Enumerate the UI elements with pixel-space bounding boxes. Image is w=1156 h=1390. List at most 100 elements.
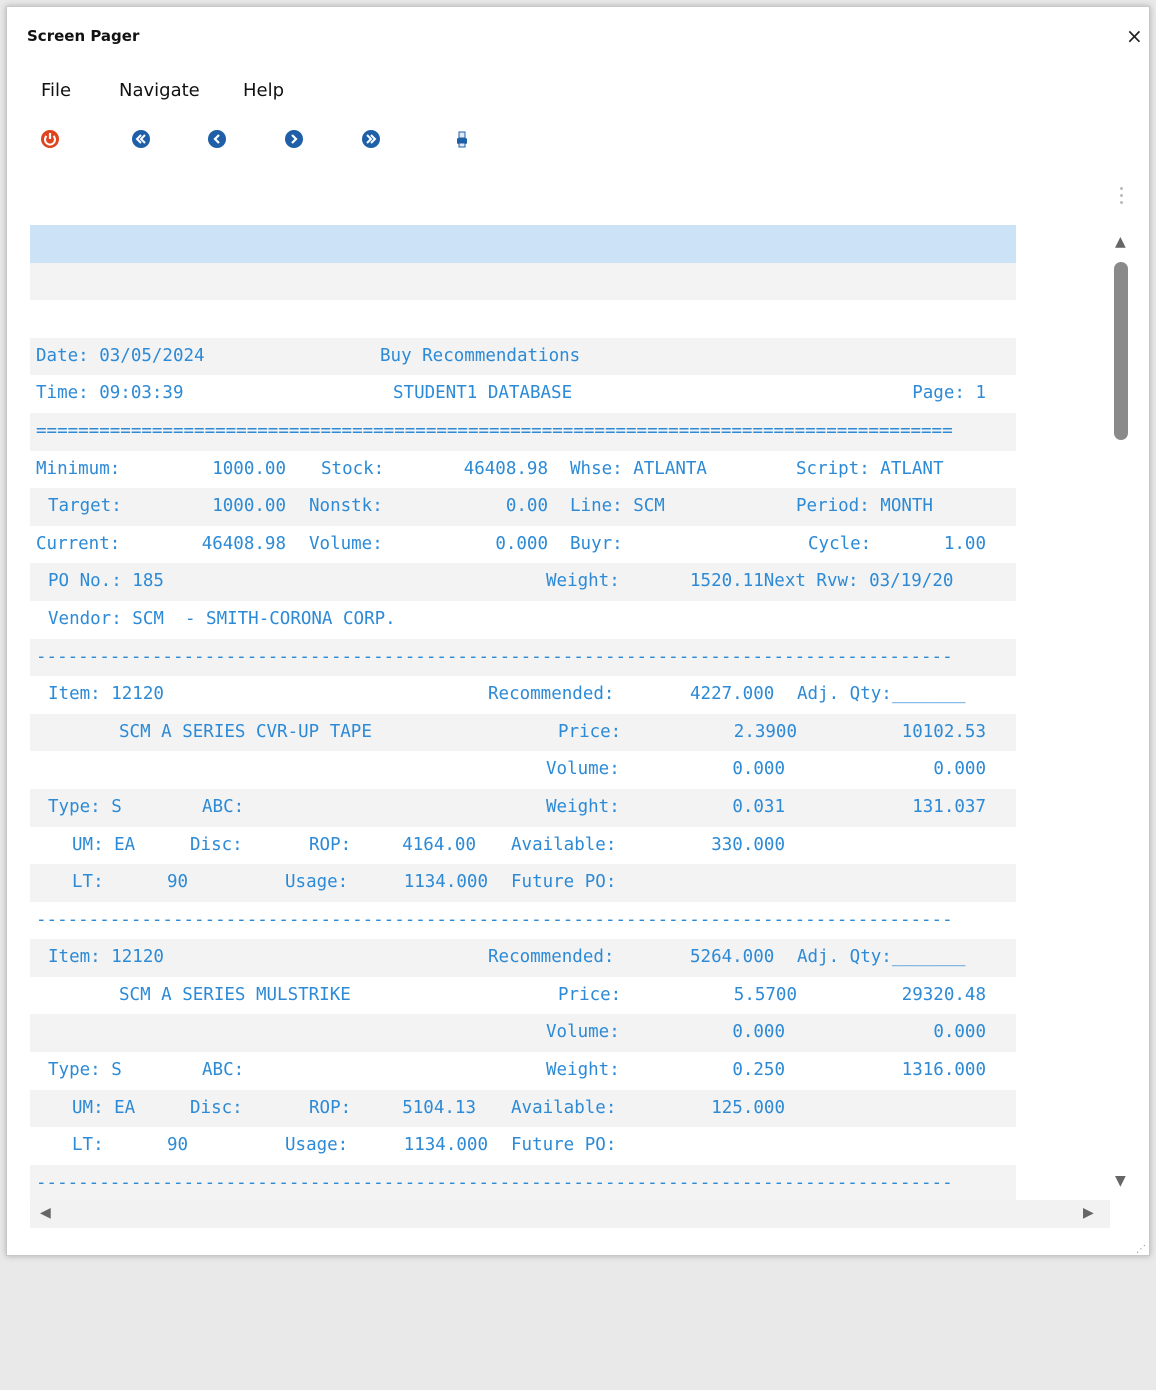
available-value: 125.000 (711, 1097, 785, 1118)
scroll-up-arrow-icon[interactable]: ▲ (1115, 234, 1126, 250)
first-page-icon[interactable] (131, 129, 151, 149)
report-row: ----------------------------------------… (30, 1164, 1016, 1203)
weight-value: 0.250 (732, 1060, 785, 1081)
target-label: Target: (48, 496, 122, 517)
available-value: 330.000 (711, 834, 785, 855)
weight-label: Weight: (546, 1060, 620, 1081)
menu-navigate[interactable]: Navigate (119, 80, 200, 101)
weight-label: Weight: (546, 571, 620, 592)
close-button[interactable]: × (1126, 26, 1143, 46)
rule: ----------------------------------------… (36, 909, 953, 930)
report-row: Time: 09:03:39 STUDENT1 DATABASE Page: 1 (30, 375, 1016, 413)
report-row (30, 300, 1016, 338)
recommended-value: 4227.000 (690, 684, 775, 705)
report-row: Type: S ABC: Weight: 0.031 131.037 (30, 788, 1016, 827)
report-row: Item: 12120 Recommended: 5264.000 Adj. Q… (30, 939, 1016, 977)
report-row: Target: 1000.00 Nonstk: 0.00 Line: SCM P… (30, 488, 1016, 526)
report-row: Date: 03/05/2024 Buy Recommendations (30, 337, 1016, 376)
volume-value: 0.000 (732, 1022, 785, 1043)
weight-ext: 131.037 (912, 796, 986, 817)
item-number: Item: 12120 (48, 684, 164, 705)
rop-label: ROP: (309, 1097, 352, 1118)
menu-help[interactable]: Help (243, 80, 284, 101)
lt-value: 90 (167, 872, 189, 893)
report-row: Minimum: 1000.00 Stock: 46408.98 Whse: A… (30, 450, 1016, 489)
recommended-value: 5264.000 (690, 947, 775, 968)
usage-label: Usage: (285, 1135, 349, 1156)
adj-qty-field[interactable]: Adj. Qty:_______ (797, 939, 966, 977)
report-database: STUDENT1 DATABASE (393, 383, 573, 404)
report-time: Time: 09:03:39 (36, 383, 184, 404)
volume-ext: 0.000 (933, 1022, 986, 1043)
print-icon[interactable] (452, 129, 472, 149)
vertical-scrollbar-thumb[interactable] (1114, 262, 1128, 440)
um: UM: EA (72, 1097, 136, 1118)
available-label: Available: (511, 1097, 617, 1118)
nonstk-value: 0.00 (505, 496, 548, 517)
future-po-label: Future PO: (511, 872, 617, 893)
scroll-right-arrow-icon[interactable]: ▶ (1083, 1205, 1094, 1221)
po-number: PO No.: 185 (48, 571, 164, 592)
resize-grip-icon[interactable]: ⋰ (1136, 1244, 1146, 1255)
scroll-down-arrow-icon[interactable]: ▼ (1115, 1173, 1126, 1189)
current-value: 46408.98 (201, 533, 286, 554)
volume-value: 0.000 (495, 533, 548, 554)
abc-label: ABC: (202, 1060, 245, 1081)
horizontal-scrollbar[interactable] (30, 1200, 1110, 1228)
available-label: Available: (511, 834, 617, 855)
cycle-value: 1.00 (943, 533, 986, 554)
current-label: Current: (36, 533, 121, 554)
volume-label: Volume: (546, 759, 620, 780)
report-row: LT: 90 Usage: 1134.000 Future PO: (30, 1127, 1016, 1165)
menu-file[interactable]: File (41, 80, 71, 101)
item-type: Type: S (48, 796, 122, 817)
volume-ext: 0.000 (933, 759, 986, 780)
target-value: 1000.00 (212, 496, 286, 517)
minimum-value: 1000.00 (212, 458, 286, 479)
volume-label: Volume: (546, 1022, 620, 1043)
item-type: Type: S (48, 1060, 122, 1081)
report-row: Current: 46408.98 Volume: 0.000 Buyr: Cy… (30, 525, 1016, 564)
rop-value: 5104.13 (402, 1097, 476, 1118)
report-title: Buy Recommendations (380, 345, 581, 366)
report-row: PO No.: 185 Weight: 1520.11Next Rvw: 03/… (30, 563, 1016, 601)
abc-label: ABC: (202, 796, 245, 817)
nonstk-label: Nonstk: (309, 496, 383, 517)
price-ext: 29320.48 (901, 984, 986, 1005)
line: Line: SCM (570, 496, 665, 517)
price-label: Price: (558, 721, 622, 742)
cycle-label: Cycle: (808, 533, 872, 554)
weight-label: Weight: (546, 796, 620, 817)
usage-value: 1134.000 (403, 872, 488, 893)
item-description: SCM A SERIES MULSTRIKE (119, 984, 351, 1005)
vendor: Vendor: SCM - SMITH-CORONA CORP. (48, 608, 396, 629)
price-ext: 10102.53 (901, 721, 986, 742)
next-page-icon[interactable] (284, 129, 304, 149)
previous-page-icon[interactable] (207, 129, 227, 149)
report-row: UM: EA Disc: ROP: 5104.13 Available: 125… (30, 1089, 1016, 1128)
report-row: Type: S ABC: Weight: 0.250 1316.000 (30, 1052, 1016, 1090)
selected-row[interactable] (30, 225, 1016, 263)
recommended-label: Recommended: (488, 684, 615, 705)
report-date: Date: 03/05/2024 (36, 345, 205, 366)
rop-label: ROP: (309, 834, 352, 855)
scroll-left-arrow-icon[interactable]: ◀ (40, 1205, 51, 1221)
period: Period: MONTH (796, 496, 933, 517)
report-row: ----------------------------------------… (30, 901, 1016, 940)
whse: Whse: ATLANTA (570, 458, 707, 479)
report-row: UM: EA Disc: ROP: 4164.00 Available: 330… (30, 826, 1016, 865)
report-row: ----------------------------------------… (30, 638, 1016, 677)
drag-grip-icon[interactable] (1120, 187, 1124, 208)
volume-label: Volume: (309, 533, 383, 554)
script: Script: ATLANT (796, 458, 944, 479)
rop-value: 4164.00 (402, 834, 476, 855)
power-icon[interactable] (40, 129, 60, 149)
minimum-label: Minimum: (36, 458, 121, 479)
adj-qty-field[interactable]: Adj. Qty:_______ (797, 676, 966, 714)
report-view: Date: 03/05/2024 Buy Recommendations Tim… (30, 225, 1016, 1203)
stock-value: 46408.98 (463, 458, 548, 479)
last-page-icon[interactable] (361, 129, 381, 149)
lt-label: LT: (72, 872, 104, 893)
recommended-label: Recommended: (488, 947, 615, 968)
rule: ----------------------------------------… (36, 646, 953, 667)
